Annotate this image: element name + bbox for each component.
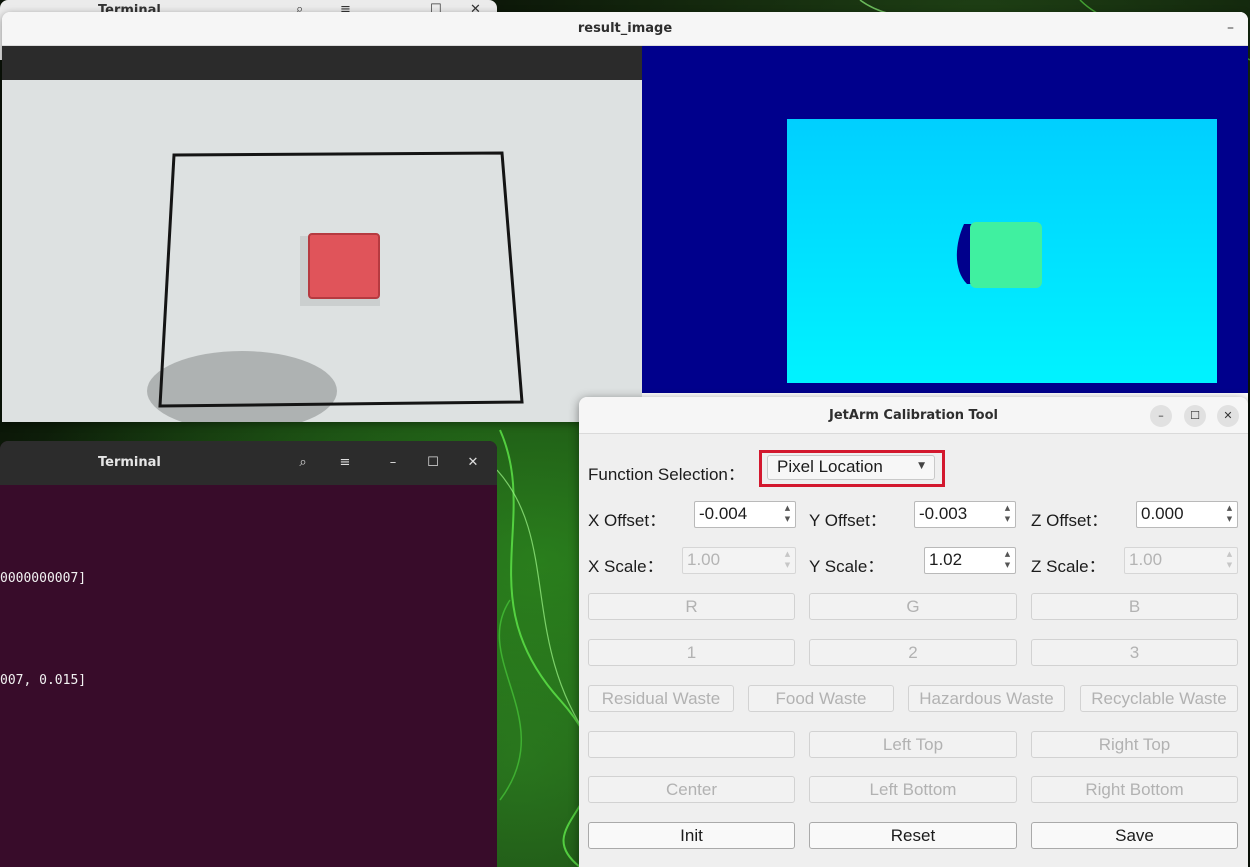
z-offset-label: Z Offset： [1031,511,1109,530]
b-button[interactable]: B [1031,593,1238,620]
x-offset-value: -0.004 [699,504,748,523]
result-image-title: result_image [577,21,673,36]
y-scale-value: 1.02 [929,550,963,569]
z-scale-spinbox: 1.00 ▲ ▼ [1124,547,1238,574]
function-selection-label: Function Selection： [588,465,745,484]
y-scale-spinbox[interactable]: 1.02 ▲ ▼ [924,547,1016,574]
residual-waste-button[interactable]: Residual Waste [588,685,734,712]
button-1[interactable]: 1 [588,639,795,666]
terminal-titlebar[interactable]: Terminal ⌕ ≡ – ☐ ✕ [0,441,497,485]
minimize-icon[interactable]: – [380,451,406,475]
x-offset-spinbox[interactable]: -0.004 ▲ ▼ [694,501,796,528]
spin-arrows-icon: ▲ ▼ [784,550,791,569]
search-icon[interactable]: ⌕ [290,451,316,475]
spin-arrows-icon[interactable]: ▲ ▼ [1224,503,1235,526]
z-offset-value: 0.000 [1141,504,1184,523]
food-waste-button[interactable]: Food Waste [748,685,894,712]
menu-icon[interactable]: ≡ [332,451,358,475]
result-image-window[interactable]: result_image – [2,12,1248,422]
camera-scene [2,46,642,422]
camera-rgb-view [2,46,642,422]
calibration-tool-window[interactable]: JetArm Calibration Tool – ☐ ✕ Function S… [579,397,1248,867]
recyclable-waste-button[interactable]: Recyclable Waste [1080,685,1238,712]
right-top-button[interactable]: Right Top [1031,731,1238,758]
terminal-output-line: 007, 0.015] [0,673,87,688]
hazardous-waste-button[interactable]: Hazardous Waste [908,685,1065,712]
center-button[interactable]: Center [588,776,795,803]
reset-button[interactable]: Reset [809,822,1017,849]
terminal-title: Terminal [98,455,161,470]
y-offset-spinbox[interactable]: -0.003 ▲ ▼ [914,501,1016,528]
spin-arrows-icon[interactable]: ▲ ▼ [1002,549,1013,572]
left-bottom-button[interactable]: Left Bottom [809,776,1017,803]
minimize-icon[interactable]: – [1227,20,1234,36]
save-button[interactable]: Save [1031,822,1238,849]
minimize-icon[interactable]: – [1150,405,1172,427]
init-button[interactable]: Init [588,822,795,849]
x-offset-label: X Offset： [588,511,667,530]
x-scale-spinbox: 1.00 ▲ ▼ [682,547,796,574]
x-scale-label: X Scale： [588,557,664,576]
y-offset-label: Y Offset： [809,511,887,530]
chevron-down-icon: ▼ [918,461,925,471]
calibration-title: JetArm Calibration Tool [829,408,998,423]
y-offset-value: -0.003 [919,504,968,523]
depth-scene [642,46,1248,393]
spin-arrows-icon[interactable]: ▲ ▼ [782,503,793,526]
x-scale-value: 1.00 [687,550,721,569]
maximize-icon[interactable]: ☐ [1184,405,1206,427]
close-icon[interactable]: ✕ [1217,405,1239,427]
function-selection-value: Pixel Location [777,457,883,476]
y-scale-label: Y Scale： [809,557,885,576]
close-icon[interactable]: ✕ [460,451,486,475]
result-image-titlebar[interactable]: result_image – [2,12,1248,46]
spin-arrows-icon: ▲ ▼ [1226,550,1233,569]
calibration-titlebar[interactable]: JetArm Calibration Tool – ☐ ✕ [579,397,1248,434]
z-scale-value: 1.00 [1129,550,1163,569]
right-bottom-button[interactable]: Right Bottom [1031,776,1238,803]
depth-object [970,222,1042,288]
left-top-button[interactable]: Left Top [809,731,1017,758]
button-2[interactable]: 2 [809,639,1017,666]
terminal-output-line: 0000000007] [0,571,87,586]
g-button[interactable]: G [809,593,1017,620]
button-3[interactable]: 3 [1031,639,1238,666]
depth-map-view [642,46,1248,393]
maximize-icon[interactable]: ☐ [420,451,446,475]
terminal-window[interactable]: Terminal ⌕ ≡ – ☐ ✕ 0000000007] 007, 0.01… [0,441,497,867]
spin-arrows-icon[interactable]: ▲ ▼ [1002,503,1013,526]
r-button[interactable]: R [588,593,795,620]
blank-position-button[interactable] [588,731,795,758]
z-scale-label: Z Scale： [1031,557,1106,576]
function-selection-dropdown[interactable]: Pixel Location ▼ [767,455,935,480]
z-offset-spinbox[interactable]: 0.000 ▲ ▼ [1136,501,1238,528]
red-cube [308,233,380,299]
